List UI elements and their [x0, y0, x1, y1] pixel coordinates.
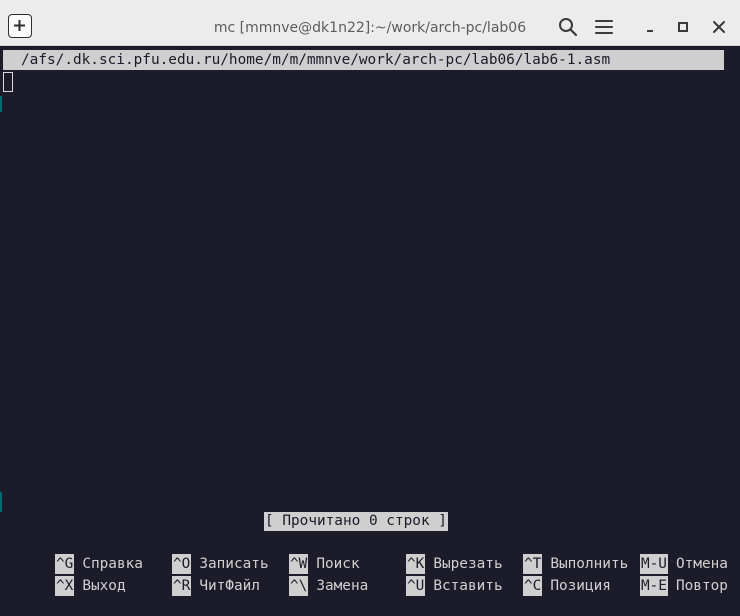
window-title: mc [mmnve@dk1n22]:~/work/arch-pc/lab06 [213, 20, 527, 36]
close-button[interactable] [708, 16, 730, 38]
hamburger-menu-icon [595, 20, 613, 34]
maximize-button[interactable] [672, 16, 694, 38]
title-bar: mc [mmnve@dk1n22]:~/work/arch-pc/lab06 [0, 0, 740, 46]
minimize-icon [647, 30, 653, 32]
shortcut-undo[interactable]: M-U Отмена [588, 534, 728, 574]
shortcut-redo[interactable]: M-E Повтор [588, 556, 728, 596]
file-path-header: /afs/.dk.sci.pfu.edu.ru/home/m/m/mmnve/w… [3, 50, 724, 70]
shortcut-label: Повтор [675, 578, 728, 594]
status-message: [ Прочитано 0 строк ] [264, 512, 448, 531]
terminal-content[interactable]: /afs/.dk.sci.pfu.edu.ru/home/m/m/mmnve/w… [0, 46, 740, 596]
shortcut-key: ^\ [288, 576, 309, 596]
search-button[interactable] [557, 16, 579, 38]
shortcut-key: ^C [522, 576, 543, 596]
menu-button[interactable] [593, 16, 615, 38]
edge-marker [0, 96, 2, 112]
search-icon [559, 18, 578, 37]
minimize-button[interactable] [639, 16, 661, 38]
shortcut-key: ^X [54, 576, 75, 596]
shortcut-replace[interactable]: ^\ Замена [237, 556, 368, 596]
edge-marker [0, 492, 2, 512]
new-tab-button[interactable] [8, 14, 32, 38]
close-icon [713, 21, 725, 33]
shortcut-key: ^U [405, 576, 426, 596]
terminal-window: mc [mmnve@dk1n22]:~/work/arch-pc/lab06 /… [0, 0, 740, 596]
shortcut-key: ^R [171, 576, 192, 596]
new-tab-icon [14, 20, 25, 31]
shortcut-search[interactable]: ^W Поиск [237, 534, 360, 574]
maximize-icon [678, 22, 688, 32]
shortcut-exit[interactable]: ^X Выход [3, 556, 126, 596]
shortcut-key: M-E [639, 576, 668, 596]
text-cursor [3, 72, 13, 92]
